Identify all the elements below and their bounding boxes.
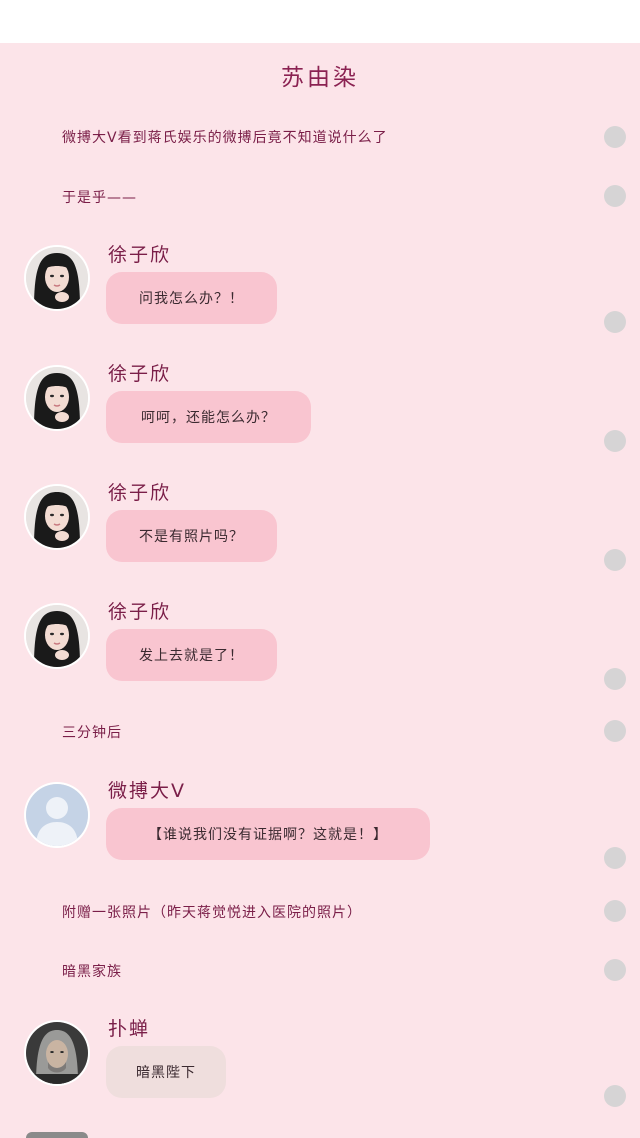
girl-avatar[interactable] bbox=[26, 367, 88, 429]
narration-text: 于是乎—— bbox=[62, 190, 137, 206]
girl-avatar-icon bbox=[26, 367, 88, 429]
select-dot-icon[interactable] bbox=[604, 549, 626, 571]
girl-avatar-icon bbox=[26, 486, 88, 548]
sender-name: 扑蝉 bbox=[108, 1018, 151, 1040]
message-bubble[interactable]: 【谁说我们没有证据啊？这就是！】 bbox=[106, 808, 430, 860]
select-dot-icon[interactable] bbox=[604, 1085, 626, 1107]
message-bubble[interactable]: 问我怎么办？！ bbox=[106, 272, 277, 324]
message-bubble[interactable]: 发上去就是了！ bbox=[106, 629, 277, 681]
narration-text: 附赠一张照片（昨天蒋觉悦进入医院的照片） bbox=[62, 905, 362, 921]
message-bubble[interactable]: 暗黑陛下 bbox=[106, 1046, 226, 1098]
sender-name: 徐子欣 bbox=[108, 363, 172, 385]
warrior-avatar-icon bbox=[26, 1022, 88, 1084]
warrior-avatar[interactable] bbox=[26, 1022, 88, 1084]
select-dot-icon[interactable] bbox=[604, 126, 626, 148]
select-dot-icon[interactable] bbox=[604, 900, 626, 922]
sender-name: 微搏大V bbox=[108, 780, 186, 802]
default-user-avatar-icon bbox=[26, 784, 88, 846]
select-dot-icon[interactable] bbox=[604, 185, 626, 207]
message-bubble[interactable]: 不是有照片吗？ bbox=[106, 510, 277, 562]
select-dot-icon[interactable] bbox=[604, 430, 626, 452]
select-dot-icon[interactable] bbox=[604, 720, 626, 742]
select-dot-icon[interactable] bbox=[604, 311, 626, 333]
page-title: 苏由染 bbox=[281, 65, 359, 91]
sender-name: 徐子欣 bbox=[108, 482, 172, 504]
partial-avatar bbox=[26, 1132, 88, 1138]
narration-text: 微搏大V看到蒋氏娱乐的微搏后竟不知道说什么了 bbox=[62, 130, 388, 146]
girl-avatar-icon bbox=[26, 605, 88, 667]
select-dot-icon[interactable] bbox=[604, 668, 626, 690]
status-bar bbox=[0, 0, 640, 43]
sender-name: 徐子欣 bbox=[108, 601, 172, 623]
message-bubble[interactable]: 呵呵，还能怎么办？ bbox=[106, 391, 311, 443]
girl-avatar[interactable] bbox=[26, 486, 88, 548]
narration-text: 暗黑家族 bbox=[62, 964, 122, 980]
select-dot-icon[interactable] bbox=[604, 959, 626, 981]
narration-text: 三分钟后 bbox=[62, 725, 122, 741]
girl-avatar-icon bbox=[26, 247, 88, 309]
sender-name: 徐子欣 bbox=[108, 244, 172, 266]
select-dot-icon[interactable] bbox=[604, 847, 626, 869]
girl-avatar[interactable] bbox=[26, 605, 88, 667]
default-user-avatar[interactable] bbox=[26, 784, 88, 846]
girl-avatar[interactable] bbox=[26, 247, 88, 309]
